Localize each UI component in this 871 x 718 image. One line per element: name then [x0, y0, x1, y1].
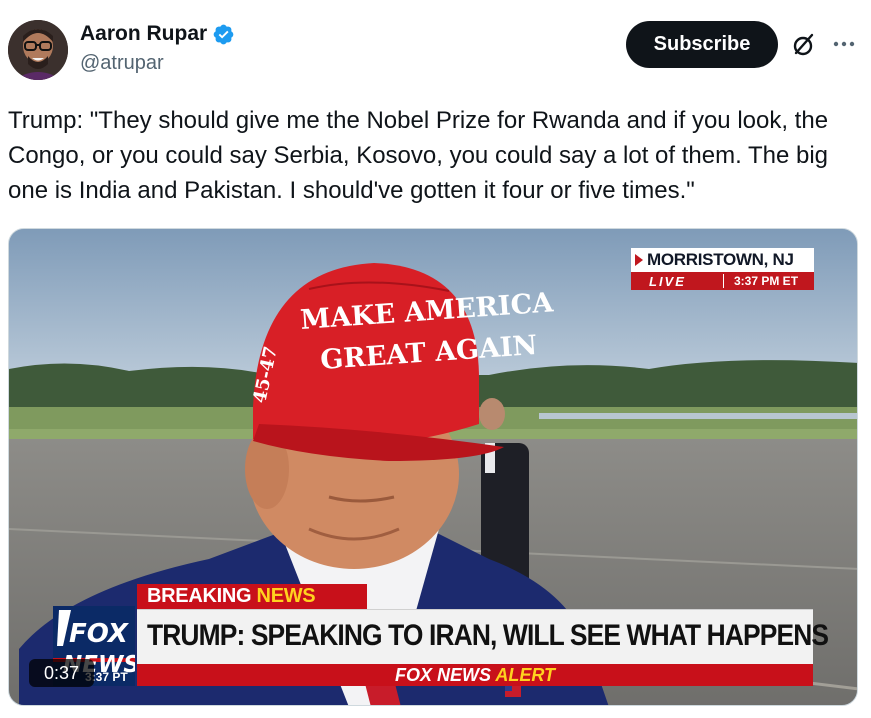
avatar[interactable]: [8, 20, 68, 80]
location-bug: MORRISTOWN, NJ LIVE 3:37 PM ET: [631, 248, 814, 292]
verified-badge-icon[interactable]: [212, 23, 235, 46]
logo-fox-text: FOX: [69, 619, 130, 649]
author-handle[interactable]: @atrupar: [80, 52, 235, 75]
subscribe-button[interactable]: Subscribe: [626, 21, 778, 68]
alert-bar: FOX NEWS ALERT: [137, 664, 813, 686]
play-arrow-icon: [635, 254, 643, 266]
live-label: LIVE: [649, 273, 686, 289]
post-text: Trump: "They should give me the Nobel Pr…: [8, 107, 835, 204]
breaking-word: BREAKING: [147, 585, 252, 607]
grok-icon[interactable]: [790, 31, 818, 59]
alert-word: ALERT: [495, 665, 556, 685]
author-display-name[interactable]: Aaron Rupar: [80, 22, 207, 46]
live-time: 3:37 PM ET: [723, 274, 798, 288]
live-bar: LIVE 3:37 PM ET: [631, 272, 814, 290]
more-icon[interactable]: [830, 30, 858, 58]
news-word: NEWS: [256, 585, 316, 607]
video-duration: 0:37: [29, 659, 94, 687]
video-player[interactable]: MAKE AMERICA GREAT AGAIN 45-47 MORRISTOW…: [8, 228, 858, 706]
alert-fox-text: FOX NEWS: [394, 665, 491, 685]
breaking-news-tag: BREAKING NEWS: [137, 584, 367, 609]
headline-bar: TRUMP: SPEAKING TO IRAN, WILL SEE WHAT H…: [137, 609, 829, 664]
author-info: Aaron Rupar @atrupar: [80, 22, 235, 75]
location-name: MORRISTOWN, NJ: [631, 248, 814, 272]
name-row: Aaron Rupar: [80, 22, 235, 46]
headline-text: TRUMP: SPEAKING TO IRAN, WILL SEE WHAT H…: [147, 619, 829, 652]
